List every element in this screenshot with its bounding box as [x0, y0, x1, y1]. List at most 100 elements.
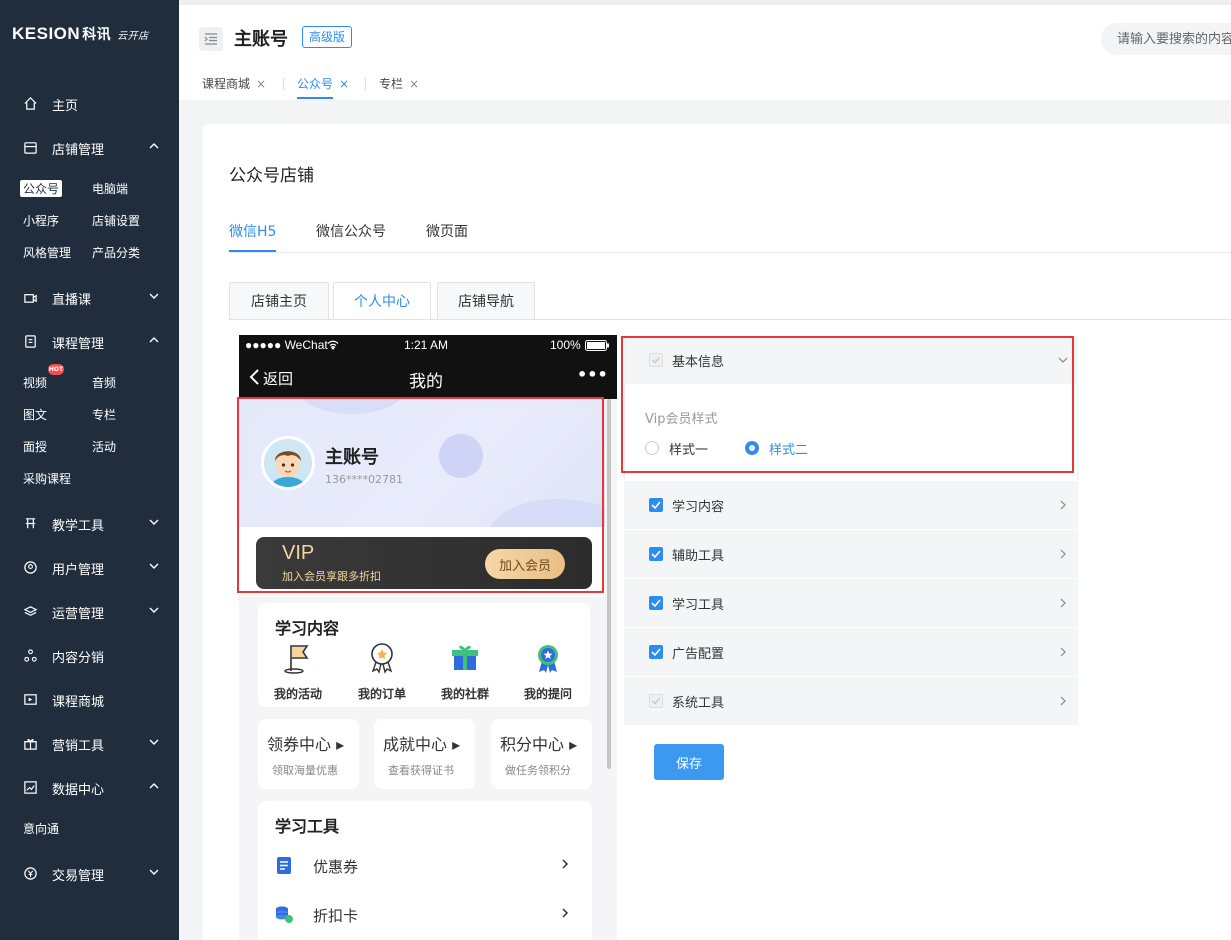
decor-bubble [439, 434, 483, 478]
setting-learning-content[interactable]: 学习内容 [624, 481, 1078, 529]
nav-course[interactable]: 课程管理 [0, 329, 179, 353]
nav-teach[interactable]: 教学工具 [0, 511, 179, 535]
join-member-button[interactable]: 加入会员 [485, 549, 565, 579]
sidebar-item-audio[interactable]: 音频 [92, 374, 116, 391]
quick-item-label: 我的活动 [273, 687, 322, 701]
checkbox-checked[interactable] [649, 596, 663, 610]
sidebar-item-store-settings[interactable]: 店铺设置 [92, 212, 140, 229]
nav-users-label: 用户管理 [52, 563, 105, 578]
boy-avatar-icon [264, 439, 312, 487]
nav-users[interactable]: 用户管理 [0, 555, 179, 579]
my-orders[interactable]: 我的订单 [347, 641, 417, 702]
check-icon [652, 357, 661, 364]
sidebar-item-video[interactable]: 视频 [23, 374, 47, 391]
nav-home[interactable]: 主页 [0, 91, 179, 115]
sidebar-item-purchase[interactable]: 采购课程 [23, 470, 71, 487]
sidebar-item-categories[interactable]: 产品分类 [92, 244, 140, 261]
nav-store[interactable]: 店铺管理 [0, 135, 179, 159]
yen-icon [22, 865, 38, 881]
nav-live[interactable]: 直播课 [0, 285, 179, 309]
nav-distribution[interactable]: 内容分销 [0, 643, 179, 667]
coupon-center-card[interactable]: 领券中心 ▸ 领取海量优惠 [258, 719, 359, 789]
sidebar-item-intent[interactable]: 意向通 [23, 820, 59, 837]
sidebar-item-style[interactable]: 风格管理 [23, 244, 71, 261]
radio-label-style-one[interactable]: 样式一 [669, 439, 708, 458]
checkbox-checked[interactable] [649, 547, 663, 561]
vip-card[interactable]: VIP 加入会员享跟多折扣 加入会员 [256, 537, 592, 589]
close-icon[interactable]: × [256, 77, 266, 91]
close-icon[interactable]: × [339, 77, 349, 91]
setting-aux-tools[interactable]: 辅助工具 [624, 530, 1078, 578]
live-icon [22, 289, 38, 305]
tab-personal-center[interactable]: 个人中心 [333, 282, 431, 320]
vip-subtitle: 加入会员享跟多折扣 [282, 570, 381, 583]
sidebar-item-miniprogram[interactable]: 小程序 [23, 212, 59, 229]
tool-row-discount-card[interactable]: 折扣卡 [258, 894, 592, 934]
learning-content-card: 学习内容 我的活动 我的订单 我的社群 我的提问 [258, 603, 590, 707]
phone-status-bar: ●●●●● WeChat 1:21 AM 100% [239, 335, 617, 355]
achievement-center-card[interactable]: 成就中心 ▸ 查看获得证书 [374, 719, 475, 789]
sidebar-item-article[interactable]: 图文 [23, 406, 47, 423]
sidebar-item-wechat-official[interactable]: 公众号 [20, 180, 63, 197]
checkbox-checked[interactable] [649, 498, 663, 512]
phone-scrollbar[interactable] [607, 399, 611, 769]
close-icon[interactable]: × [409, 77, 419, 91]
vip-section: VIP 加入会员享跟多折扣 加入会员 [239, 527, 605, 597]
account-name: 主账号 [234, 29, 288, 50]
sidebar-item-column[interactable]: 专栏 [92, 406, 116, 423]
chevron-down-icon [149, 519, 159, 525]
search-input[interactable] [1101, 23, 1231, 55]
points-center-card[interactable]: 积分中心 ▸ 做任务领积分 [491, 719, 592, 789]
page-tab-wechat[interactable]: 公众号 × [297, 75, 349, 92]
chart-icon [22, 779, 38, 795]
radio-style-one[interactable] [645, 441, 659, 455]
radio-style-two[interactable] [745, 441, 759, 455]
tab-wechat-h5[interactable]: 微信H5 [229, 221, 276, 241]
my-community[interactable]: 我的社群 [430, 641, 500, 702]
nav-mall[interactable]: 课程商城 [0, 687, 179, 711]
setting-label: 基本信息 [672, 355, 725, 370]
setting-learning-tools[interactable]: 学习工具 [624, 579, 1078, 627]
more-icon[interactable]: ••• [577, 365, 608, 384]
avatar[interactable] [261, 436, 315, 490]
radio-label-style-two[interactable]: 样式二 [769, 439, 808, 458]
page-tab-label: 课程商城 [202, 77, 251, 91]
nav-trade[interactable]: 交易管理 [0, 861, 179, 885]
sidebar-item-activity[interactable]: 活动 [92, 438, 116, 455]
tab-store-home[interactable]: 店铺主页 [229, 282, 329, 320]
nav-data[interactable]: 数据中心 [0, 775, 179, 799]
sidebar-item-pc[interactable]: 电脑端 [92, 180, 128, 197]
brand-tag: 云开店 [117, 31, 149, 42]
page-tab-column[interactable]: 专栏 × [379, 75, 419, 92]
vip-style-options: Vip会员样式 样式一 样式二 [624, 384, 1078, 480]
back-button[interactable]: 返回 [263, 368, 293, 389]
my-questions[interactable]: 我的提问 [513, 641, 583, 702]
save-button[interactable]: 保存 [654, 744, 724, 780]
setting-label: 系统工具 [672, 696, 725, 711]
tool-row-coupon[interactable]: 优惠券 [258, 845, 592, 885]
setting-ad-config[interactable]: 广告配置 [624, 628, 1078, 676]
chevron-right-icon [1060, 500, 1066, 510]
menu-toggle-button[interactable] [199, 27, 223, 51]
sidebar-item-offline[interactable]: 面授 [23, 438, 47, 455]
tab-micro-page[interactable]: 微页面 [426, 221, 468, 241]
tab-wechat-official[interactable]: 微信公众号 [316, 221, 386, 241]
my-activity[interactable]: 我的活动 [263, 641, 333, 702]
chevron-right-icon [1060, 549, 1066, 559]
setting-label: 学习工具 [672, 598, 725, 613]
checkbox-checked[interactable] [649, 645, 663, 659]
share-icon [22, 647, 38, 663]
nav-marketing[interactable]: 营销工具 [0, 731, 179, 755]
setting-system-tools[interactable]: 系统工具 [624, 677, 1078, 725]
back-icon[interactable] [249, 368, 260, 386]
page-tab-label: 公众号 [297, 77, 334, 91]
nav-ops[interactable]: 运营管理 [0, 599, 179, 623]
quick-item-label: 我的订单 [357, 687, 406, 701]
main-panel: 公众号店铺 微信H5 微信公众号 微页面 店铺主页 个人中心 店铺导航 ●●●●… [203, 124, 1231, 940]
vip-style-label: Vip会员样式 [645, 412, 718, 427]
center-title: 积分中心 ▸ [500, 735, 578, 754]
setting-basic-info[interactable]: 基本信息 [624, 336, 1078, 384]
chevron-right-icon [562, 908, 569, 918]
page-tab-course-mall[interactable]: 课程商城 × [202, 75, 266, 92]
tab-store-nav[interactable]: 店铺导航 [437, 282, 535, 320]
